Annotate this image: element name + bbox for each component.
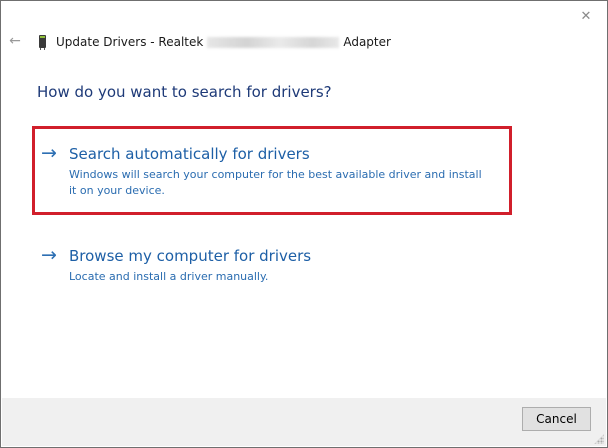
resize-grip-icon[interactable] <box>594 434 604 444</box>
dialog-title: Update Drivers - Realtek Adapter <box>37 32 391 52</box>
browse-computer-option[interactable]: → Browse my computer for drivers Locate … <box>41 246 511 285</box>
title-prefix: Update Drivers - Realtek <box>56 35 204 49</box>
option-description: Windows will search your computer for th… <box>69 168 482 197</box>
close-icon[interactable]: ✕ <box>573 5 599 27</box>
title-suffix: Adapter <box>343 35 391 49</box>
search-automatically-option[interactable]: → Search automatically for drivers Windo… <box>41 144 511 199</box>
option-label[interactable]: Browse my computer for drivers <box>69 247 311 265</box>
dialog-footer: Cancel <box>2 398 606 446</box>
update-drivers-dialog: ✕ ← Update Drivers - Realtek Adapter How… <box>0 0 608 448</box>
redacted-device-name <box>207 36 340 48</box>
arrow-right-icon: → <box>41 244 57 266</box>
option-label[interactable]: Search automatically for drivers <box>69 145 310 163</box>
option-description: Locate and install a driver manually. <box>69 270 269 283</box>
network-adapter-icon <box>37 34 49 51</box>
cancel-button[interactable]: Cancel <box>522 407 591 431</box>
back-arrow-icon[interactable]: ← <box>7 31 23 51</box>
arrow-right-icon: → <box>41 142 57 164</box>
page-heading: How do you want to search for drivers? <box>37 83 332 101</box>
